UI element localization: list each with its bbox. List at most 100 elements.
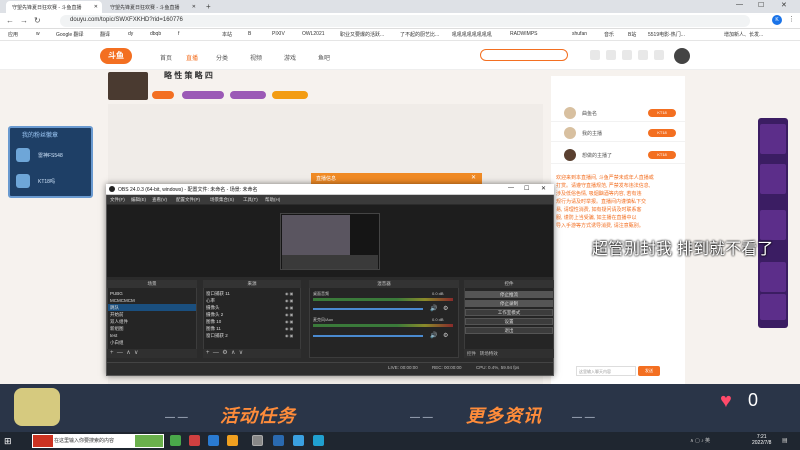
download-icon[interactable]: [638, 50, 648, 60]
bookmark-item[interactable]: Google 翻译: [56, 31, 84, 38]
gear-icon[interactable]: ⚙: [443, 305, 448, 312]
close-icon[interactable]: ✕: [192, 4, 196, 10]
bookmark-item[interactable]: 音乐: [604, 31, 614, 38]
gear-icon[interactable]: ⚙: [443, 332, 448, 339]
bookmark-item[interactable]: RADWIMPS: [510, 31, 538, 37]
browser-tab[interactable]: 守望先锋夏日狂欢赛 - 斗鱼直播 ✕: [104, 1, 200, 13]
promo-item[interactable]: [760, 294, 786, 320]
settings-button[interactable]: 设置: [465, 318, 553, 325]
source-item[interactable]: 图像 10: [204, 318, 284, 325]
badge-item[interactable]: 雷神FS548: [38, 152, 63, 159]
bookmark-item[interactable]: dy: [128, 31, 133, 37]
history-icon[interactable]: [590, 50, 600, 60]
promo-item[interactable]: [760, 124, 786, 154]
tag-badge[interactable]: [230, 91, 266, 99]
taskbar-app-icon[interactable]: [170, 435, 181, 446]
bookmark-item[interactable]: dbqb: [150, 31, 161, 37]
follow-icon[interactable]: [606, 50, 616, 60]
notification-icon[interactable]: ▤: [782, 437, 788, 444]
bookmark-item[interactable]: 职业又要爆的活跃...: [340, 31, 384, 38]
nav-item[interactable]: 分类: [216, 53, 228, 62]
visibility-icon[interactable]: ◉ ▣: [285, 291, 293, 296]
studio-mode-button[interactable]: 工作室模式: [465, 309, 553, 316]
heart-icon[interactable]: ♥: [720, 390, 732, 413]
move-down-icon[interactable]: ∨: [134, 350, 138, 356]
speaker-icon[interactable]: 🔊: [430, 305, 437, 312]
menu-edit[interactable]: 编辑(E): [131, 197, 146, 203]
taskbar-app-icon[interactable]: [273, 435, 284, 446]
source-item[interactable]: 心率: [204, 297, 284, 304]
move-down-icon[interactable]: ∨: [239, 350, 243, 356]
send-button[interactable]: 发送: [638, 366, 660, 376]
add-icon[interactable]: +: [206, 350, 210, 356]
scene-item[interactable]: 新组图: [108, 325, 196, 332]
maximize-icon[interactable]: ☐: [758, 1, 764, 9]
visibility-icon[interactable]: ◉ ▣: [285, 305, 293, 310]
tab-transitions[interactable]: 转场特效: [480, 351, 498, 356]
windows-start-icon[interactable]: ⊞: [4, 436, 12, 447]
minimize-icon[interactable]: —: [508, 185, 514, 191]
taskbar-app-icon[interactable]: [313, 435, 324, 446]
scene-item[interactable]: test: [108, 332, 196, 339]
forward-icon[interactable]: →: [20, 16, 28, 25]
move-up-icon[interactable]: ∧: [231, 350, 235, 356]
scene-item[interactable]: 开始前: [108, 311, 196, 318]
source-item[interactable]: 摄像头 2: [204, 311, 284, 318]
taskbar-app-icon[interactable]: [227, 435, 238, 446]
source-item[interactable]: 摄像头: [204, 304, 284, 311]
menu-file[interactable]: 文件(F): [110, 197, 125, 203]
scene-item[interactable]: 双人组件: [108, 318, 196, 325]
close-icon[interactable]: ✕: [541, 185, 546, 192]
volume-slider[interactable]: [313, 308, 423, 310]
promo-item[interactable]: [760, 164, 786, 194]
nav-item[interactable]: 鱼吧: [318, 53, 330, 62]
visibility-icon[interactable]: ◉ ▣: [285, 298, 293, 303]
address-bar[interactable]: douyu.com/topic/SWXFXKHD?rid=160776: [60, 15, 750, 27]
menu-view[interactable]: 查看(V): [152, 197, 167, 203]
source-item[interactable]: 窗口捕获 2: [204, 332, 284, 339]
visibility-icon[interactable]: ◉ ▣: [285, 333, 293, 338]
remove-icon[interactable]: —: [117, 350, 123, 356]
tag-badge[interactable]: [182, 91, 224, 99]
back-icon[interactable]: ←: [6, 16, 14, 25]
chat-input[interactable]: 这里输入聊天内容: [576, 366, 636, 376]
bookmark-item[interactable]: 5519电影-热门...: [648, 31, 685, 38]
taskbar-app-icon[interactable]: [293, 435, 304, 446]
menu-scene-collection[interactable]: 场景集合(S): [210, 197, 234, 203]
taskbar-app-icon[interactable]: [208, 435, 219, 446]
scene-item[interactable]: 跳队: [108, 304, 196, 311]
message-icon[interactable]: [622, 50, 632, 60]
scene-item[interactable]: MCMCMCM: [108, 297, 196, 304]
remove-icon[interactable]: —: [213, 350, 219, 356]
close-icon[interactable]: ✕: [471, 174, 476, 181]
new-tab-button[interactable]: +: [206, 2, 211, 11]
reload-icon[interactable]: ↻: [34, 16, 41, 25]
menu-icon[interactable]: ⋮: [788, 15, 795, 23]
promo-item[interactable]: [760, 262, 786, 292]
stop-recording-button[interactable]: 停止录制: [465, 300, 553, 307]
bookmark-item[interactable]: f: [178, 31, 179, 37]
source-item[interactable]: 图像 11: [204, 325, 284, 332]
task-link[interactable]: 活动任务: [220, 402, 296, 428]
nav-item[interactable]: 视频: [250, 53, 262, 62]
menu-profile[interactable]: 配置文件(P): [176, 197, 200, 203]
bookmark-item[interactable]: OWL2021: [302, 31, 325, 37]
menu-tools[interactable]: 工具(T): [243, 197, 258, 203]
add-icon[interactable]: +: [110, 350, 114, 356]
nav-item[interactable]: 直播: [186, 53, 198, 62]
nav-item[interactable]: 首页: [160, 53, 172, 62]
badge-item[interactable]: KT18吗: [38, 178, 55, 185]
browser-tab[interactable]: 守望先锋夏日狂欢赛 - 斗鱼直播 ✕: [6, 1, 102, 13]
taskbar-clock[interactable]: 7:21 2022/7/8: [752, 434, 771, 446]
bookmark-item[interactable]: 了不起的厨艺比...: [400, 31, 439, 38]
visibility-icon[interactable]: ◉ ▣: [285, 319, 293, 324]
move-up-icon[interactable]: ∧: [126, 350, 130, 356]
nav-item[interactable]: 游戏: [284, 53, 296, 62]
streamer-avatar[interactable]: [108, 72, 148, 100]
site-logo[interactable]: 斗鱼: [100, 48, 132, 64]
bookmark-item[interactable]: B站: [628, 31, 636, 38]
obs-taskbar-icon[interactable]: [252, 435, 263, 446]
tag-badge[interactable]: [272, 91, 308, 99]
tag-badge[interactable]: [152, 91, 174, 99]
bookmark-item[interactable]: w: [36, 31, 40, 37]
